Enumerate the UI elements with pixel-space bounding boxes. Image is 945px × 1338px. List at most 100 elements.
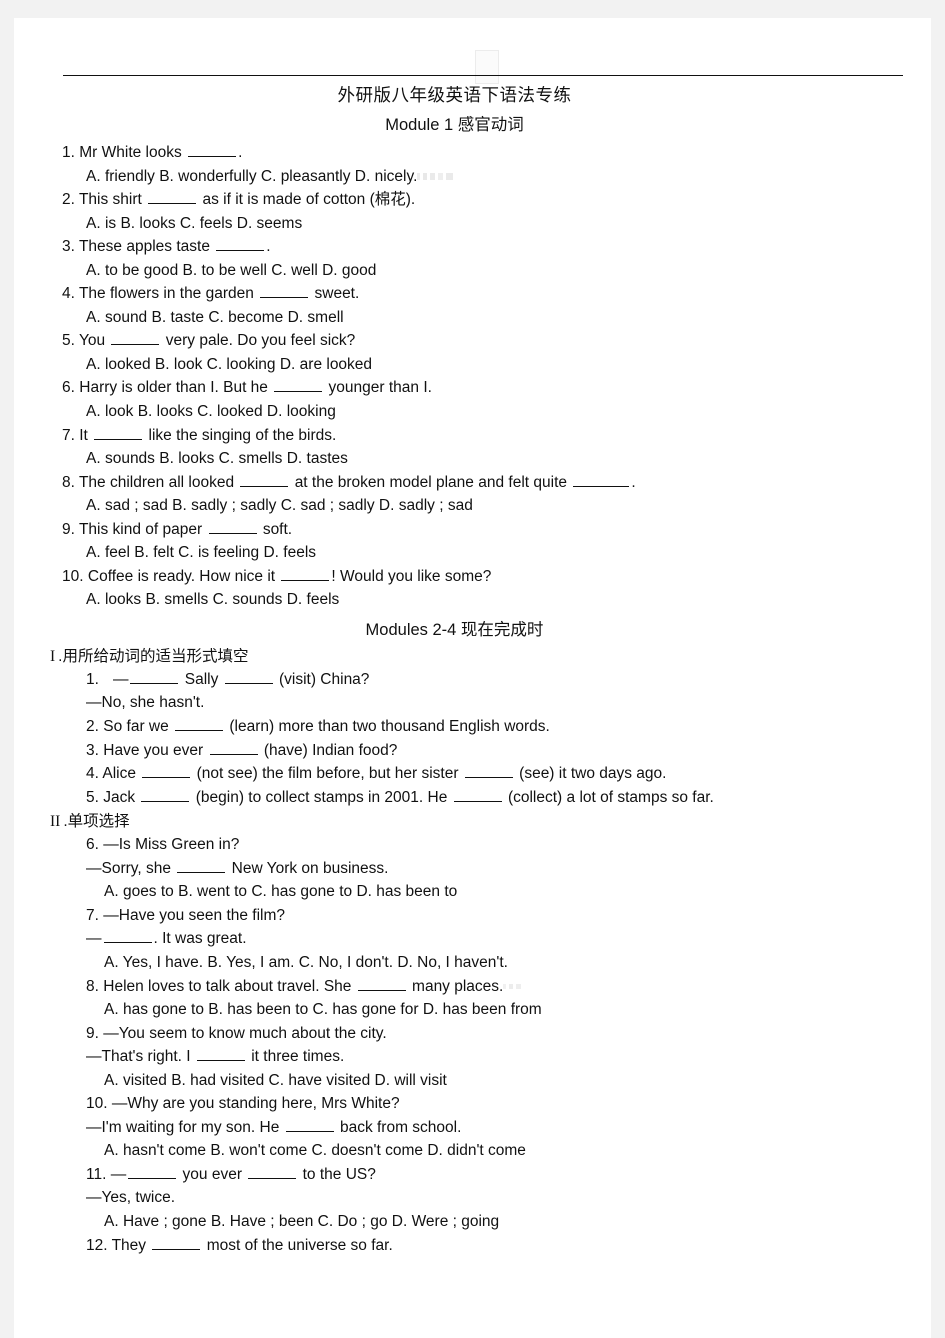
question-stem-mid: (begin) to collect stamps in 2001. He [195,788,448,806]
answer-blank[interactable] [224,682,273,684]
mc-question-8-options[interactable]: A. has gone to B. has been to C. has gon… [14,998,931,1022]
question-number: 8. [62,473,75,491]
question-stem: Helen loves to talk about travel. She [103,977,352,995]
question-5: 5. You very pale. Do you feel sick? [14,329,931,353]
question-stem-end: . [238,144,243,161]
question-10: 10. Coffee is ready. How nice it ! Would… [14,565,931,589]
question-9: 9. This kind of paper soft. [14,518,931,542]
fill-question-1: 1. — Sally (visit) China? [14,668,931,692]
question-10-options[interactable]: A. looks B. smells C. sounds D. feels [14,588,931,612]
answer-blank[interactable] [141,800,190,802]
answer-blank[interactable] [103,942,152,944]
dash-prefix: — [86,930,102,948]
section-numeral: I [50,647,56,665]
question-number: 10. [86,1095,108,1113]
question-3: 3. These apples taste . [14,235,931,259]
section-fill-in-blanks-heading: I .用所给动词的适当形式填空 [14,644,931,666]
question-1-options[interactable]: A. friendly B. wonderfully C. pleasantly… [14,165,931,189]
question-stem: Mr White looks [79,144,182,161]
question-stem-end: very pale. Do you feel sick? [165,332,356,350]
question-stem-end: soft. [262,520,293,538]
question-4: 4. The flowers in the garden sweet. [14,282,931,306]
answer-blank[interactable] [196,1060,245,1062]
answer-blank[interactable] [177,871,226,873]
scan-artifact-icon [417,172,454,180]
question-number: 7. [62,426,75,444]
answer-blank[interactable] [248,1177,297,1179]
document-page: 外研版八年级英语下语法专练 Module 1 感官动词 1. Mr White … [14,18,931,1338]
modules-2-4-heading: Modules 2-4 现在完成时 [365,620,544,639]
mc-question-9-line-2: —That's right. I it three times. [14,1045,931,1069]
question-number: 10. [62,567,84,585]
answer-blank[interactable] [281,579,330,581]
answer-blank[interactable] [175,730,224,732]
question-stem: Sally [184,670,219,688]
question-stem-end: sweet. [314,285,360,303]
mc-question-8: 8. Helen loves to talk about travel. She… [14,975,931,999]
answer-blank[interactable] [357,989,406,991]
question-9-options[interactable]: A. feel B. felt C. is feeling D. feels [14,541,931,565]
question-number: 5. [62,332,75,350]
answer-blank[interactable] [285,1130,334,1132]
answer-blank[interactable] [111,344,160,346]
question-8: 8. The children all looked at the broken… [14,471,931,495]
dash-prefix: — [112,670,129,688]
question-8-options[interactable]: A. sad ; sad B. sadly ; sadly C. sad ; s… [14,494,931,518]
mc-question-10: 10. —Why are you standing here, Mrs Whit… [14,1092,931,1116]
question-2: 2. This shirt as if it is made of cotton… [14,188,931,212]
answer-blank[interactable] [274,391,323,393]
question-stem-end: New York on business. [231,859,389,877]
mc-question-10-options[interactable]: A. hasn't come B. won't come C. doesn't … [14,1139,931,1163]
question-stem-end: (see) it two days ago. [519,765,667,783]
answer-blank[interactable] [128,1177,177,1179]
section-label: .单项选择 [63,813,130,831]
question-1: 1. Mr White looks . [14,141,931,165]
answer-blank[interactable] [208,532,257,534]
question-3-options[interactable]: A. to be good B. to be well C. well D. g… [14,259,931,283]
question-5-options[interactable]: A. looked B. look C. looking D. are look… [14,353,931,377]
question-stem: you ever [182,1165,242,1183]
question-stem: The children all looked [78,473,235,491]
answer-blank[interactable] [453,800,502,802]
question-2-options[interactable]: A. is B. looks C. feels D. seems [14,212,931,236]
mc-question-7-line-2: — . It was great. [14,927,931,951]
mc-question-11-options[interactable]: A. Have ; gone B. Have ; been C. Do ; go… [14,1210,931,1234]
module-1-heading: Module 1 感官动词 [385,116,524,134]
question-stem: They [111,1236,147,1254]
question-stem: Coffee is ready. How nice it [87,567,276,585]
answer-blank[interactable] [240,485,289,487]
mc-question-9: 9. —You seem to know much about the city… [14,1022,931,1046]
mc-question-7-options[interactable]: A. Yes, I have. B. Yes, I am. C. No, I d… [14,951,931,975]
mc-question-6-options[interactable]: A. goes to B. went to C. has gone to D. … [14,880,931,904]
question-stem-end: as if it is made of cotton (棉花). [202,191,416,209]
answer-blank[interactable] [188,156,237,157]
answer-blank[interactable] [216,250,265,252]
answer-blank[interactable] [464,777,513,779]
answer-blank[interactable] [94,438,143,440]
mc-question-9-options[interactable]: A. visited B. had visited C. have visite… [14,1069,931,1093]
question-number: 3. [62,238,75,256]
answer-blank[interactable] [148,203,197,205]
question-stem: This shirt [78,191,142,209]
answer-blank[interactable] [130,682,179,684]
answer-blank[interactable] [260,297,309,299]
question-stem: Harry is older than I. But he [79,379,268,397]
question-stem-end: (collect) a lot of stamps so far. [507,788,714,806]
answer-blank[interactable] [142,777,191,779]
question-4-options[interactable]: A. sound B. taste C. become D. smell [14,306,931,330]
question-number: 9. [86,1024,99,1042]
question-stem: This kind of paper [78,520,203,538]
question-7-options[interactable]: A. sounds B. looks C. smells D. tastes [14,447,931,471]
fill-question-4: 4. Alice (not see) the film before, but … [14,762,931,786]
question-stem-mid: (not see) the film before, but her siste… [196,765,459,783]
question-stem-mid: at the broken model plane and felt quite [294,473,567,491]
answer-blank[interactable] [209,753,258,755]
mc-question-6-line-2: —Sorry, she New York on business. [14,857,931,881]
question-stem: So far we [103,718,169,736]
question-stem-end: most of the universe so far. [206,1236,393,1254]
answer-blank[interactable] [573,485,630,487]
answer-blank[interactable] [152,1248,201,1250]
fill-question-3: 3. Have you ever (have) Indian food? [14,739,931,763]
question-stem-end: many places. [412,977,504,995]
question-6-options[interactable]: A. look B. looks C. looked D. looking [14,400,931,424]
